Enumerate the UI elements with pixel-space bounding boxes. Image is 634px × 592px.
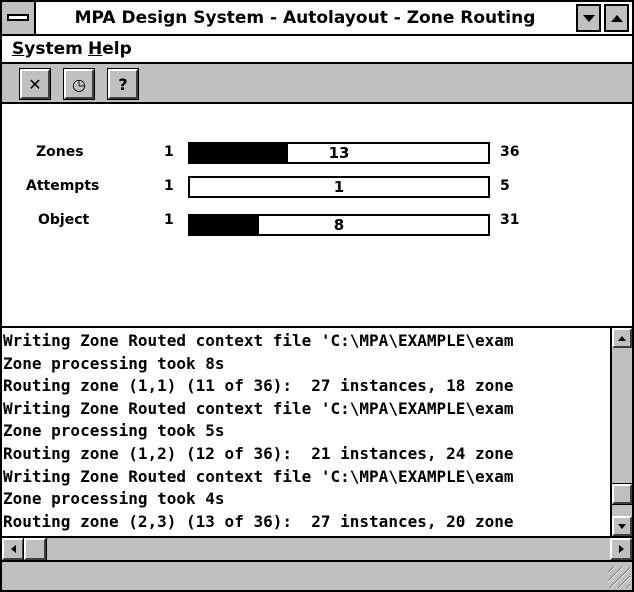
scroll-up-button[interactable] (612, 328, 632, 348)
clock-icon: ◷ (72, 74, 86, 94)
log-line: Zone processing took 4s (3, 489, 225, 509)
log-line: Writing Zone Routed context file 'C:\MPA… (3, 331, 514, 350)
menu-help-label: elp (102, 39, 132, 59)
menu-help[interactable]: Help (88, 36, 132, 62)
log-text[interactable]: Writing Zone Routed context file 'C:\MPA… (2, 328, 610, 540)
progress-panel: Zones 1 13 36 Attempts 1 1 5 Object 1 8 … (2, 104, 632, 326)
minimize-button[interactable] (576, 4, 601, 32)
system-menu-box-icon[interactable] (2, 2, 36, 34)
vertical-scroll-thumb[interactable] (611, 483, 633, 506)
log-line: Routing zone (1,2) (12 of 36): 21 instan… (3, 443, 514, 463)
log-line: Zone processing took 5s (3, 421, 225, 441)
attempts-progress-bar: 1 (188, 176, 490, 198)
zones-progress-bar: 13 (188, 142, 490, 164)
log-line: Writing Zone Routed context file 'C:\MPA… (3, 466, 514, 486)
vertical-scrollbar[interactable] (610, 328, 633, 536)
log-line: Routing zone (1,1) (11 of 36): 27 instan… (3, 376, 514, 396)
log-output[interactable]: Writing Zone Routed context file 'C:\MPA… (2, 326, 633, 540)
attempts-label: Attempts (26, 178, 100, 194)
menu-help-mnemonic: H (88, 39, 103, 59)
question-help-icon: ? (118, 74, 128, 94)
cancel-x-icon: ✕ (28, 74, 42, 94)
scroll-down-button[interactable] (612, 516, 632, 536)
cancel-button[interactable]: ✕ (19, 68, 51, 100)
toolbar: ✕ ◷ ? (2, 64, 632, 104)
arrow-up-icon (618, 335, 626, 341)
zones-min: 1 (164, 144, 174, 160)
help-button[interactable]: ? (107, 68, 139, 100)
log-line: Zone processing took 8s (3, 353, 225, 373)
title-bar[interactable]: MPA Design System - Autolayout - Zone Ro… (2, 2, 632, 36)
status-bar (2, 562, 632, 590)
object-progress-bar: 8 (188, 214, 490, 236)
zones-max: 36 (500, 144, 520, 160)
zones-label: Zones (36, 144, 84, 160)
scroll-left-button[interactable] (2, 538, 24, 560)
menu-bar: System Help (2, 36, 632, 64)
resize-grip-icon[interactable] (608, 566, 630, 588)
zones-value: 13 (328, 144, 350, 162)
triangle-up-icon (610, 14, 623, 22)
log-line: Writing Zone Routed context file 'C:\MPA… (3, 398, 514, 418)
horizontal-scrollbar[interactable] (2, 537, 632, 562)
log-line: Routing zone (2,3) (13 of 36): 27 instan… (3, 511, 514, 531)
menu-system-label: ystem (24, 39, 83, 59)
attempts-min: 1 (164, 178, 174, 194)
app-window: MPA Design System - Autolayout - Zone Ro… (0, 0, 634, 592)
scroll-right-button[interactable] (610, 538, 632, 560)
clock-button[interactable]: ◷ (63, 68, 95, 100)
attempts-max: 5 (500, 178, 510, 194)
arrow-right-icon (618, 545, 624, 553)
horizontal-scroll-thumb[interactable] (23, 537, 47, 561)
object-max: 31 (500, 212, 520, 228)
object-label: Object (38, 212, 90, 228)
object-value: 8 (333, 216, 345, 234)
menu-system-mnemonic: S (12, 39, 25, 59)
triangle-down-icon (582, 14, 595, 22)
attempts-value: 1 (333, 178, 345, 196)
arrow-left-icon (10, 545, 16, 553)
window-title: MPA Design System - Autolayout - Zone Ro… (74, 8, 536, 28)
arrow-down-icon (618, 523, 626, 529)
menu-system[interactable]: System (12, 36, 83, 62)
object-min: 1 (164, 212, 174, 228)
maximize-button[interactable] (604, 4, 629, 32)
